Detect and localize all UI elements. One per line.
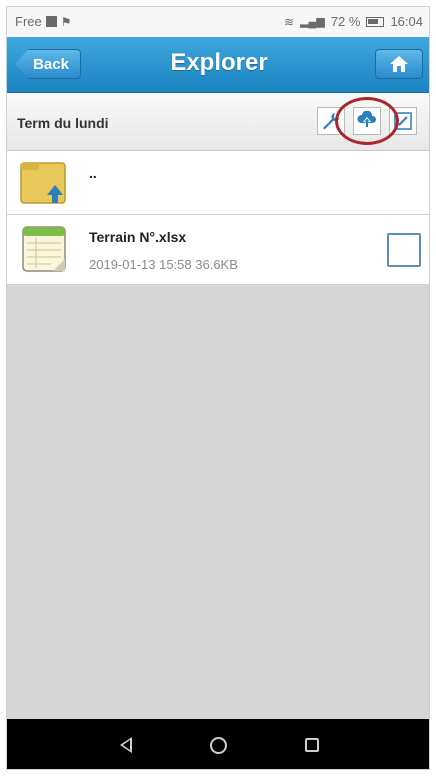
status-left: Free ⚑ — [15, 14, 72, 29]
wifi-icon: ≋ — [284, 14, 295, 29]
folder-up-icon — [19, 159, 69, 207]
edit-button[interactable] — [389, 107, 417, 135]
wrench-icon — [323, 113, 340, 130]
nav-recents-icon[interactable] — [304, 738, 319, 752]
status-bar: Free ⚑ ≋ ▂▄▆ 72 % 16:04 — [7, 7, 429, 37]
list-item-parent-folder[interactable]: .. — [7, 151, 429, 215]
cloud-upload-icon — [357, 111, 376, 128]
app-header: Back Explorer — [7, 37, 429, 93]
battery-percent: 72 % — [330, 14, 361, 29]
tools-button[interactable] — [317, 107, 345, 135]
status-right: ≋ ▂▄▆ 72 % 16:04 — [284, 14, 423, 29]
home-icon — [390, 56, 408, 72]
signal-icon: ▂▄▆ — [300, 16, 325, 28]
notification-flag-icon: ⚑ — [60, 14, 72, 29]
edit-icon — [394, 112, 412, 130]
spreadsheet-file-icon — [19, 223, 69, 272]
current-folder-label: Term du lundi — [17, 115, 109, 131]
clock: 16:04 — [390, 14, 423, 29]
nav-home-icon[interactable] — [209, 736, 227, 754]
file-select-checkbox[interactable] — [387, 233, 421, 267]
home-button[interactable] — [375, 49, 423, 79]
sim-card-icon — [45, 16, 57, 27]
file-list: .. Terrain N°.xlsx 2019-01-13 15:58 36.6… — [7, 151, 429, 285]
system-nav-bar — [7, 719, 429, 769]
nav-back-icon[interactable] — [119, 737, 132, 753]
file-name: .. — [89, 165, 97, 181]
list-item-file[interactable]: Terrain N°.xlsx 2019-01-13 15:58 36.6KB — [7, 215, 429, 285]
carrier-label: Free — [15, 14, 42, 29]
file-name: Terrain N°.xlsx — [89, 229, 187, 245]
phone-screen: Free ⚑ ≋ ▂▄▆ 72 % 16:04 Back Explorer Te… — [6, 6, 430, 770]
cloud-upload-button[interactable] — [353, 107, 381, 135]
path-toolbar: Term du lundi — [7, 93, 429, 151]
battery-icon — [366, 16, 385, 27]
file-meta: 2019-01-13 15:58 36.6KB — [89, 257, 238, 272]
page-title: Explorer — [170, 49, 268, 76]
